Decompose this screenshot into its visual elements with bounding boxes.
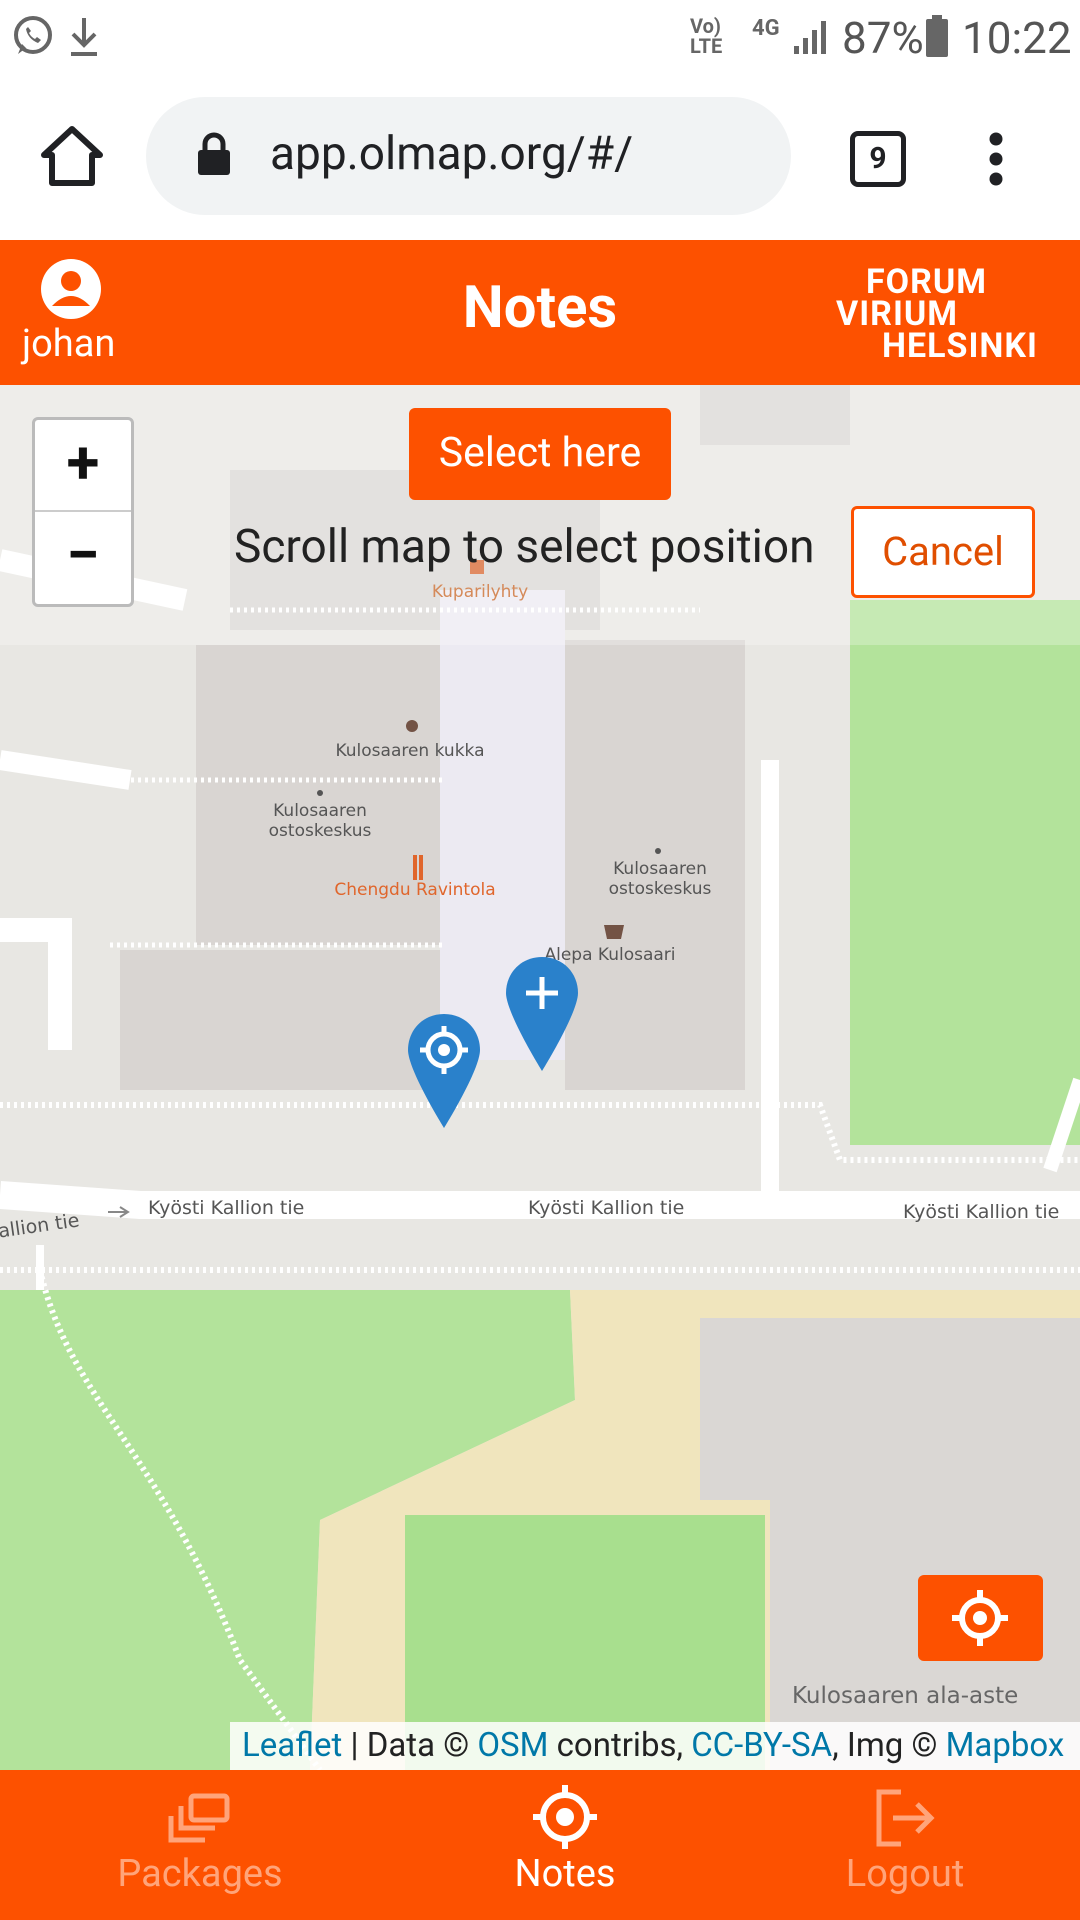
leaflet-link[interactable]: Leaflet: [242, 1726, 342, 1765]
whatsapp-icon: [14, 16, 52, 54]
crosshair-icon: [533, 1785, 597, 1849]
license-link[interactable]: CC-BY-SA: [691, 1726, 832, 1765]
map-label-ostoskeskus-b: Kulosaaren ostoskeskus: [608, 859, 712, 899]
nav-packages[interactable]: Packages: [85, 1770, 315, 1920]
zoom-in-button[interactable]: +: [35, 420, 131, 512]
zoom-control: + −: [32, 417, 134, 607]
clock: 10:22: [962, 12, 1072, 64]
battery-percent: 87%: [842, 12, 924, 64]
nav-logout-label: Logout: [845, 1852, 965, 1896]
tab-switcher-button[interactable]: 9: [850, 131, 906, 187]
address-bar[interactable]: app.olmap.org/#/: [146, 97, 791, 215]
mapbox-link[interactable]: Mapbox: [946, 1726, 1065, 1765]
osm-link[interactable]: OSM: [477, 1726, 548, 1765]
nav-packages-label: Packages: [117, 1852, 283, 1896]
logout-icon: [876, 1789, 935, 1847]
location-marker-icon[interactable]: [406, 1012, 482, 1130]
browser-toolbar: app.olmap.org/#/ 9: [0, 75, 1080, 241]
locate-me-button[interactable]: [918, 1575, 1043, 1661]
nav-notes-label: Notes: [514, 1852, 616, 1896]
packages-icon: [168, 1793, 230, 1843]
brand-line-3: HELSINKI: [882, 326, 1038, 366]
network-type: 4G: [752, 16, 780, 41]
add-note-marker-icon[interactable]: [504, 955, 580, 1073]
map-label-kuparilyhty: Kuparilyhty: [431, 582, 529, 602]
map-label-chengdu: Chengdu Ravintola: [334, 880, 496, 900]
status-bar: Vo) LTE 4G 87% 10:22: [0, 0, 1080, 75]
select-here-button[interactable]: Select here: [409, 408, 671, 500]
crosshair-icon: [952, 1590, 1008, 1646]
select-position-hint: Scroll map to select position: [234, 520, 815, 574]
map-label-kukka: Kulosaaren kukka: [335, 741, 485, 761]
nav-logout[interactable]: Logout: [815, 1770, 995, 1920]
map-label-school: Kulosaaren ala-aste: [792, 1683, 1019, 1709]
network-label: Vo) LTE: [690, 14, 723, 58]
home-icon[interactable]: [40, 125, 104, 187]
more-menu-icon[interactable]: [988, 131, 1004, 187]
lock-icon: [198, 132, 230, 175]
map-attribution: Leaflet | Data © OSM contribs, CC-BY-SA,…: [230, 1722, 1080, 1770]
nav-notes[interactable]: Notes: [460, 1770, 670, 1920]
map-label-ostoskeskus-a: Kulosaaren ostoskeskus: [268, 801, 372, 841]
zoom-out-button[interactable]: −: [35, 512, 131, 602]
url-text: app.olmap.org/#/: [270, 127, 634, 181]
brand-logo: FORUM VIRIUM HELSINKI: [836, 265, 1038, 366]
map-label-road-2: Kyösti Kallion tie: [528, 1197, 685, 1219]
bottom-navigation: Packages Notes Logout: [0, 1770, 1080, 1920]
map-label-road-3: Kyösti Kallion tie: [903, 1201, 1060, 1223]
map-label-road-1: Kyösti Kallion tie: [148, 1197, 305, 1219]
battery-icon: [926, 15, 948, 57]
app-header: johan Notes FORUM VIRIUM HELSINKI: [0, 240, 1080, 385]
cancel-button[interactable]: Cancel: [851, 506, 1035, 598]
signal-icon: [794, 21, 826, 54]
download-icon: [71, 18, 97, 56]
